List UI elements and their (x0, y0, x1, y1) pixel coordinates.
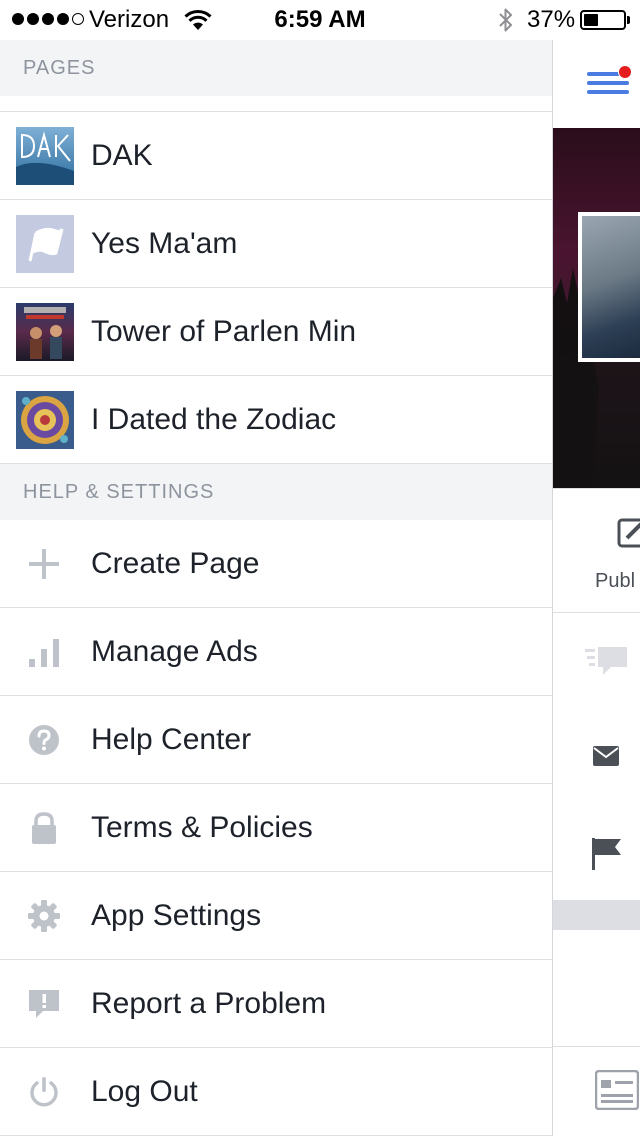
profile-picture[interactable] (578, 212, 640, 362)
report-icon (27, 987, 61, 1021)
zodiac-cover-thumbnail (16, 391, 74, 449)
page-label: I Dated the Zodiac (91, 403, 337, 436)
terms-policies-label: Terms & Policies (91, 811, 313, 844)
log-out-label: Log Out (91, 1075, 198, 1108)
report-problem-button[interactable]: Report a Problem (0, 960, 552, 1048)
book-cover-thumbnail (16, 303, 74, 361)
background-top-bar (553, 40, 640, 128)
page-item-tower-of-parlen-min[interactable]: Tower of Parlen Min (0, 288, 552, 376)
create-page-button[interactable]: Create Page (0, 520, 552, 608)
section-separator (553, 900, 640, 930)
create-page-label: Create Page (91, 547, 260, 580)
battery-level (584, 14, 598, 26)
battery-nub (627, 16, 630, 24)
terms-policies-button[interactable]: Terms & Policies (0, 784, 552, 872)
pages-section-header: PAGES (0, 40, 552, 96)
flag-icon[interactable] (591, 836, 621, 877)
page-item-dak[interactable]: DAK (0, 112, 552, 200)
manage-ads-label: Manage Ads (91, 635, 258, 668)
news-feed-icon[interactable] (594, 1069, 640, 1115)
menu-drawer: PAGES DAK Yes Ma'am Tower of Parlen Min … (0, 40, 553, 1136)
question-icon (27, 723, 61, 757)
battery-icon (580, 10, 626, 30)
hamburger-menu-icon[interactable] (587, 65, 633, 105)
page-label: DAK (91, 139, 153, 172)
comment-icon[interactable] (585, 645, 629, 684)
background-page: Publ (553, 40, 640, 1136)
page-item-i-dated-the-zodiac[interactable]: I Dated the Zodiac (0, 376, 552, 464)
app-settings-label: App Settings (91, 899, 262, 932)
page-item-yes-maam[interactable]: Yes Ma'am (0, 200, 552, 288)
log-out-button[interactable]: Log Out (0, 1048, 552, 1136)
plus-icon (27, 547, 61, 581)
page-label: Tower of Parlen Min (91, 315, 357, 348)
lock-icon (27, 811, 61, 845)
screen: Verizon 6:59 AM 37% Publ PAGES DAK Yes M… (0, 0, 640, 1136)
status-bar: Verizon 6:59 AM 37% (0, 0, 640, 40)
battery-percent: 37% (527, 6, 576, 33)
help-settings-section-header: HELP & SETTINGS (0, 464, 552, 520)
report-problem-label: Report a Problem (91, 987, 327, 1020)
dak-cover-thumbnail (16, 127, 74, 185)
publish-label[interactable]: Publ (595, 570, 635, 593)
section-spacer (0, 96, 552, 112)
page-label: Yes Ma'am (91, 227, 238, 260)
bar-chart-icon (27, 635, 61, 669)
message-icon[interactable] (593, 746, 619, 771)
manage-ads-button[interactable]: Manage Ads (0, 608, 552, 696)
app-settings-button[interactable]: App Settings (0, 872, 552, 960)
flag-placeholder-thumbnail (16, 215, 74, 273)
gear-icon (27, 899, 61, 933)
bluetooth-icon (497, 7, 515, 38)
edit-icon[interactable] (617, 516, 640, 555)
help-center-button[interactable]: Help Center (0, 696, 552, 784)
power-icon (27, 1075, 61, 1109)
help-center-label: Help Center (91, 723, 252, 756)
